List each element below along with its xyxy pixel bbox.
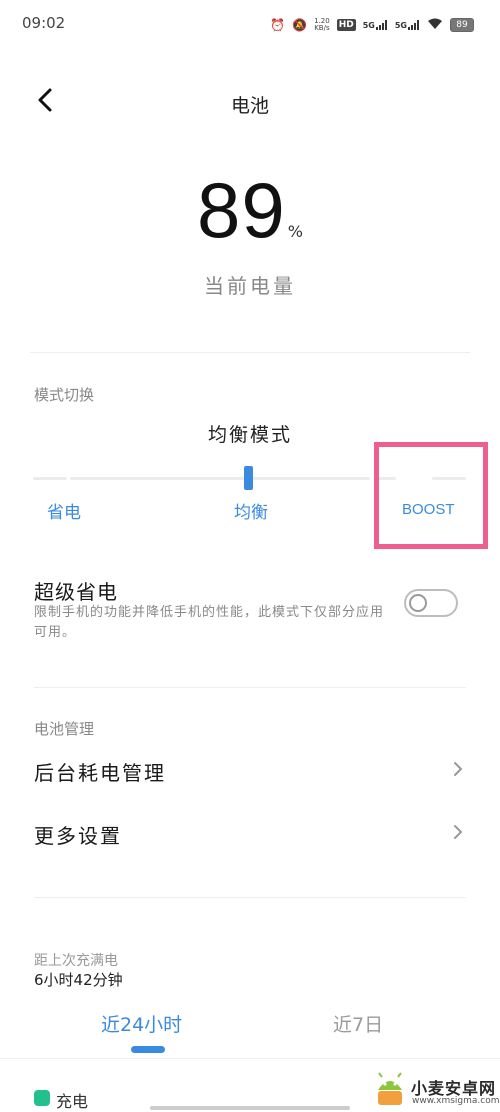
network-speed-unit: KB/s xyxy=(314,23,330,32)
legend-label-charging: 充电 xyxy=(56,1092,89,1111)
battery-caption: 当前电量 xyxy=(204,274,296,298)
home-indicator[interactable] xyxy=(150,1106,350,1110)
sim2-network-label: 5G xyxy=(394,20,407,30)
status-time: 09:02 xyxy=(22,14,66,32)
wifi-icon xyxy=(427,15,443,34)
mode-option-power-save[interactable]: 省电 xyxy=(47,498,81,523)
watermark-url: www.xmsigma.com xyxy=(412,1096,500,1106)
mode-slider-track-segment xyxy=(33,477,67,480)
battery-percent-value: 89 xyxy=(197,166,286,254)
battery-management-label: 电池管理 xyxy=(34,720,95,738)
super-save-title: 超级省电 xyxy=(34,580,118,604)
chevron-right-icon xyxy=(453,821,463,845)
signal-sim1-icon: 5G xyxy=(362,19,388,30)
battery-icon: 89 xyxy=(450,17,474,32)
divider xyxy=(0,1058,500,1059)
mute-icon: 🔕 xyxy=(292,17,308,32)
page-title: 电池 xyxy=(230,95,269,117)
battery-percent-display: 89% xyxy=(0,165,500,256)
battery-percent-unit: % xyxy=(287,222,303,241)
since-full-charge-value: 6小时42分钟 xyxy=(34,971,123,989)
toggle-knob xyxy=(409,594,427,612)
background-power-management-label: 后台耗电管理 xyxy=(34,761,166,785)
super-save-toggle[interactable] xyxy=(404,589,458,617)
more-settings-label: 更多设置 xyxy=(34,824,122,848)
tab-7-days[interactable]: 近7日 xyxy=(333,1010,383,1037)
super-save-description: 限制手机的功能并降低手机的性能，此模式下仅部分应用可用。 xyxy=(34,605,385,640)
divider xyxy=(34,897,466,898)
legend-swatch-charging xyxy=(34,1090,50,1106)
highlight-box xyxy=(374,442,488,549)
status-icons: ⏰ 🔕 1.20 KB/s HD 5G 5G 89 xyxy=(270,15,474,34)
mode-option-balanced[interactable]: 均衡 xyxy=(234,498,268,523)
mode-slider-thumb[interactable] xyxy=(244,466,253,490)
mode-section-label: 模式切换 xyxy=(34,386,95,404)
mode-slider-track[interactable] xyxy=(70,477,370,480)
divider xyxy=(30,352,470,353)
sim1-network-label: 5G xyxy=(362,20,375,30)
divider xyxy=(34,687,466,688)
alarm-icon: ⏰ xyxy=(270,17,286,32)
hd-icon: HD xyxy=(336,18,356,31)
android-logo-icon xyxy=(378,1072,402,1105)
signal-sim2-icon: 5G xyxy=(394,19,420,30)
tab-24-hours[interactable]: 近24小时 xyxy=(101,1010,182,1037)
tab-indicator xyxy=(131,1046,165,1053)
chevron-right-icon xyxy=(453,758,463,782)
since-full-charge-label: 距上次充满电 xyxy=(34,953,118,969)
network-speed: 1.20 KB/s xyxy=(314,17,330,32)
